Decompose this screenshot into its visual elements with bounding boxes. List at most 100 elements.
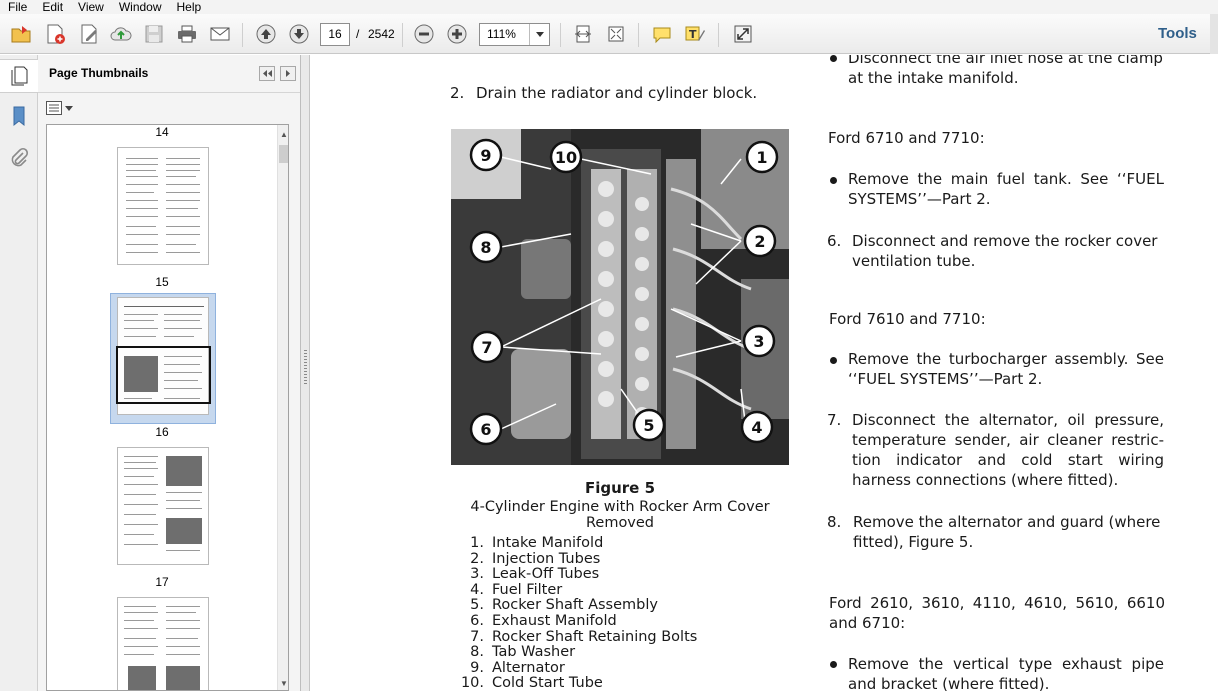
current-view-rectangle[interactable]: [116, 346, 211, 404]
step-2-number: 2.: [450, 84, 465, 102]
thumbnail-page-15[interactable]: [117, 147, 209, 265]
highlight-button[interactable]: T: [682, 22, 708, 46]
bullet-2-line-1: Remove the main fuel tank. See ‘‘FUEL: [848, 170, 1164, 188]
document-page: 2. Drain the radiator and cylinder block…: [311, 55, 1218, 691]
chevron-right-icon: [286, 70, 290, 77]
step-7-line-4: harness connections (where fitted).: [852, 471, 1119, 489]
bullet-3-line-1: Remove the turbocharger assembly. See: [848, 350, 1164, 368]
print-button[interactable]: [174, 22, 200, 46]
bullet-1-line-2: at the intake manifold.: [848, 69, 1019, 87]
collapse-panel-button[interactable]: [259, 66, 275, 81]
highlight-text-icon: T: [685, 26, 705, 41]
previous-page-button[interactable]: [253, 22, 279, 46]
splitter-grip[interactable]: [304, 350, 307, 384]
page-thumbnails-tab[interactable]: [7, 62, 31, 88]
figure-title: Figure 5: [584, 479, 656, 497]
thumbnails-scroll-view[interactable]: 14 15 16 17 ▲ ▼: [46, 124, 289, 691]
thumbnails-scrollbar[interactable]: ▲ ▼: [277, 125, 288, 690]
fit-page-button[interactable]: [570, 22, 596, 46]
page-thumbnails-icon: [11, 66, 28, 86]
chevron-down-icon: [65, 105, 73, 111]
thumbnail-page-18[interactable]: [117, 597, 209, 690]
expand-panel-button[interactable]: [280, 66, 296, 81]
next-page-button[interactable]: [286, 22, 312, 46]
attachments-tab[interactable]: [7, 145, 31, 171]
thumbnail-page-17[interactable]: [117, 447, 209, 565]
step-8-line-2: fitted), Figure 5.: [853, 533, 974, 551]
legend-item: 1. Intake Manifold: [470, 535, 604, 551]
figure-legend: 1. Intake Manifold 2. Injection Tubes 3. Le…: [452, 535, 697, 691]
legend-item: 5. Rocker Shaft Assembly: [470, 597, 658, 614]
step-8-number: 8.: [827, 513, 842, 531]
chevron-down-icon[interactable]: [529, 24, 549, 45]
legend-item: 3. Leak-Off Tubes: [470, 566, 600, 583]
open-button[interactable]: [8, 22, 34, 46]
zoom-out-button[interactable]: [411, 22, 437, 46]
callout-7: 7: [481, 338, 492, 357]
paperclip-icon: [11, 147, 29, 167]
zoom-in-button[interactable]: [444, 22, 470, 46]
email-button[interactable]: [207, 22, 233, 46]
callout-9: 9: [480, 146, 491, 165]
toolbar: 16 / 2542 111% T Tools: [0, 14, 1218, 54]
bookmarks-tab[interactable]: [7, 103, 31, 129]
bullet-marker: [830, 177, 837, 184]
step-7-line-2: temperature sender, air cleaner restric-: [852, 431, 1164, 449]
edit-button[interactable]: [76, 22, 102, 46]
figure-callouts: 9 10 1 8 2 7 3 6 5 4: [480, 146, 767, 439]
save-button[interactable]: [141, 22, 167, 46]
page-separator: /: [356, 27, 360, 41]
toolbar-separator: [402, 23, 403, 47]
legend-item: 2. Injection Tubes: [470, 550, 601, 567]
toolbar-separator: [242, 23, 243, 47]
panel-splitter[interactable]: [301, 55, 310, 691]
legend-item: 10. Cold Start Tube: [460, 675, 603, 691]
zoom-select[interactable]: 111%: [479, 23, 550, 46]
menu-view[interactable]: View: [70, 0, 111, 14]
speech-bubble-icon: [653, 27, 671, 44]
tools-pane-link[interactable]: Tools: [1158, 24, 1197, 44]
callout-4: 4: [751, 418, 762, 437]
plus-circle-icon: [447, 24, 467, 44]
figure-caption: 4-Cylinder Engine with Rocker Arm Cover …: [470, 499, 770, 531]
read-mode-button[interactable]: [730, 22, 756, 46]
navigation-rail: [0, 55, 38, 691]
legend-item: 8. Tab Washer: [470, 644, 576, 661]
callout-3: 3: [753, 332, 764, 351]
step-8-line-1: Remove the alternator and guard (where: [853, 513, 1161, 531]
bullet-1-line-1: Disconnect the air inlet hose at the cla…: [848, 55, 1163, 67]
save-disk-icon: [145, 25, 163, 43]
scroll-up-arrow[interactable]: ▲: [278, 127, 288, 141]
step-6-line-1: Disconnect and remove the rocker cover: [852, 232, 1158, 250]
menu-help[interactable]: Help: [169, 0, 209, 14]
comment-button[interactable]: [649, 22, 675, 46]
upload-button[interactable]: [108, 22, 134, 46]
callout-6: 6: [480, 420, 491, 439]
step-7-line-3: tion indicator and cold start wiring: [852, 451, 1164, 469]
fit-page-icon: [575, 25, 591, 43]
panel-title: Page Thumbnails: [49, 66, 149, 80]
arrow-down-circle-icon: [289, 24, 309, 44]
menu-edit[interactable]: Edit: [34, 0, 70, 14]
thumbnail-options-button[interactable]: [46, 100, 74, 116]
step-6-number: 6.: [827, 232, 842, 250]
step-7-line-1: Disconnect the alternator, oil pressure,: [852, 411, 1164, 429]
minus-circle-icon: [414, 24, 434, 44]
scrollbar-thumb[interactable]: [279, 145, 288, 163]
create-pdf-icon: [47, 24, 65, 44]
page-thumbnails-panel: Page Thumbnails 14 15 16 17 ▲ ▼: [38, 55, 301, 691]
current-page-input[interactable]: 16: [320, 23, 350, 46]
create-pdf-button[interactable]: [42, 22, 68, 46]
menu-file[interactable]: File: [0, 0, 34, 14]
total-pages: 2542: [368, 27, 395, 41]
edit-document-icon: [81, 24, 97, 44]
window-edge: [1210, 14, 1218, 54]
full-screen-button[interactable]: [603, 22, 629, 46]
toolbar-separator: [718, 23, 719, 47]
bookmark-icon: [13, 106, 25, 127]
document-view[interactable]: 2. Drain the radiator and cylinder block…: [311, 55, 1218, 691]
open-folder-icon: [11, 26, 31, 43]
menu-window[interactable]: Window: [111, 0, 169, 14]
scroll-down-arrow[interactable]: ▼: [278, 676, 288, 690]
cloud-upload-icon: [110, 27, 132, 41]
